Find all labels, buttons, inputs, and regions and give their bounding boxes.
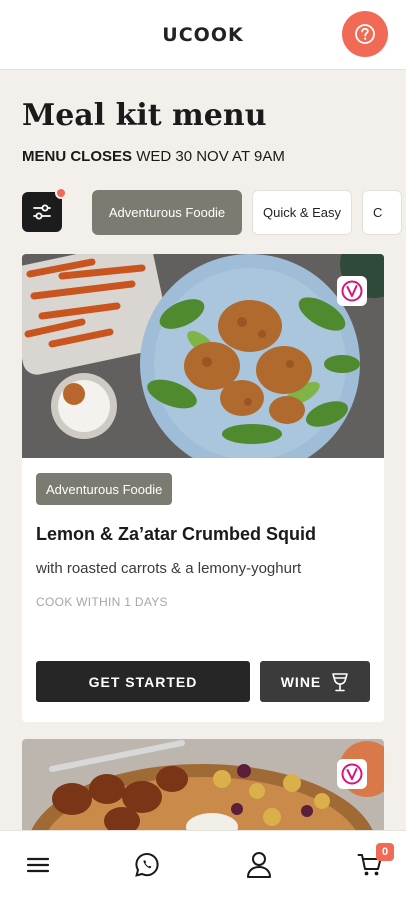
sliders-icon (33, 204, 51, 220)
wine-button-label: WINE (280, 673, 322, 690)
chip-adventurous-foodie[interactable]: Adventurous Foodie (92, 190, 242, 235)
recipe-card[interactable]: Adventurous Foodie Lemon & Za’atar Crumb… (22, 254, 384, 722)
nav-cart[interactable]: 0 (356, 843, 394, 879)
bottom-nav: 0 (0, 830, 406, 900)
recipe-card-2[interactable] (22, 739, 384, 839)
nav-whatsapp[interactable] (133, 851, 161, 879)
recipe-photo (22, 254, 384, 458)
vegetarian-badge-2 (337, 759, 367, 789)
question-icon (355, 24, 375, 44)
recipe-title[interactable]: Lemon & Za’atar Crumbed Squid (36, 524, 316, 545)
nav-menu[interactable] (24, 851, 52, 879)
whatsapp-icon (135, 852, 159, 877)
filter-button[interactable] (22, 187, 67, 232)
vegetarian-v-icon (341, 763, 363, 785)
filter-notification-dot (55, 187, 67, 199)
wine-glass-icon (332, 672, 349, 691)
chip-quick-easy[interactable]: Quick & Easy (252, 190, 353, 235)
category-chips: Adventurous Foodie Quick & Easy C (92, 190, 403, 235)
top-bar: UCOOK (0, 0, 406, 70)
chip-next[interactable]: C (362, 190, 403, 235)
vegetarian-badge (337, 276, 367, 306)
recipe-category-tag: Adventurous Foodie (36, 473, 173, 505)
cart-count-badge: 0 (376, 843, 394, 861)
menu-closes-text: MENU CLOSES WED 30 NOV AT 9AM (22, 148, 285, 165)
vegetarian-v-icon (341, 280, 363, 302)
recipe-subtitle: with roasted carrots & a lemony-yoghurt (36, 560, 302, 577)
recipe-photo-2 (22, 739, 384, 839)
menu-icon (26, 857, 50, 873)
cook-within-text: COOK WITHIN 1 DAYS (36, 595, 168, 609)
nav-account[interactable] (245, 851, 273, 879)
help-button[interactable] (342, 11, 388, 57)
page-title: Meal kit menu (22, 98, 267, 133)
user-icon (247, 852, 271, 878)
get-started-button[interactable]: GET STARTED (36, 661, 250, 702)
menu-closes-date: WED 30 NOV AT 9AM (136, 148, 285, 165)
wine-button[interactable]: WINE (260, 661, 370, 702)
menu-closes-label: MENU CLOSES (22, 148, 133, 165)
